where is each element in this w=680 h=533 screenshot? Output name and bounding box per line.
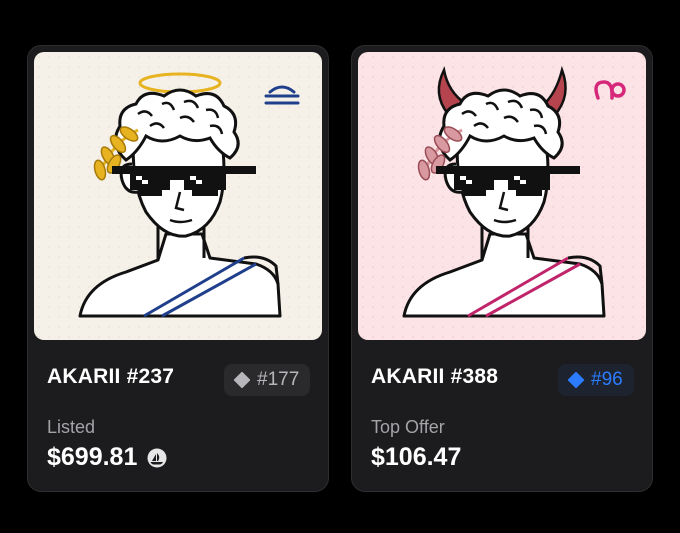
diamond-icon (567, 371, 585, 389)
rarity-rank-badge: #96 (558, 364, 634, 396)
price-label: Listed (47, 417, 96, 437)
opensea-logo-icon (147, 448, 167, 467)
rarity-rank-badge: #177 (224, 364, 310, 396)
statue-with-horns-illustration (358, 52, 646, 340)
price-label: Top Offer (371, 417, 445, 437)
nft-card-2[interactable]: AKARII #388 #96 Top Offer $106.47 (351, 45, 653, 492)
price-row: $106.47 (371, 443, 461, 472)
nft-name: AKARII #388 (371, 365, 499, 388)
rarity-rank-value: #177 (257, 369, 300, 390)
statue-with-halo-illustration (34, 52, 322, 340)
nft-card-1[interactable]: AKARII #237 #177 Listed $699.81 (27, 45, 329, 492)
nft-name: AKARII #237 (47, 365, 175, 388)
price-value: $699.81 (47, 443, 138, 471)
nft-artwork-1[interactable] (34, 52, 322, 340)
nft-artwork-2[interactable] (358, 52, 646, 340)
diamond-icon (233, 371, 251, 389)
price-row: $699.81 (47, 443, 167, 472)
price-value: $106.47 (371, 443, 462, 471)
rarity-rank-value: #96 (591, 369, 623, 390)
